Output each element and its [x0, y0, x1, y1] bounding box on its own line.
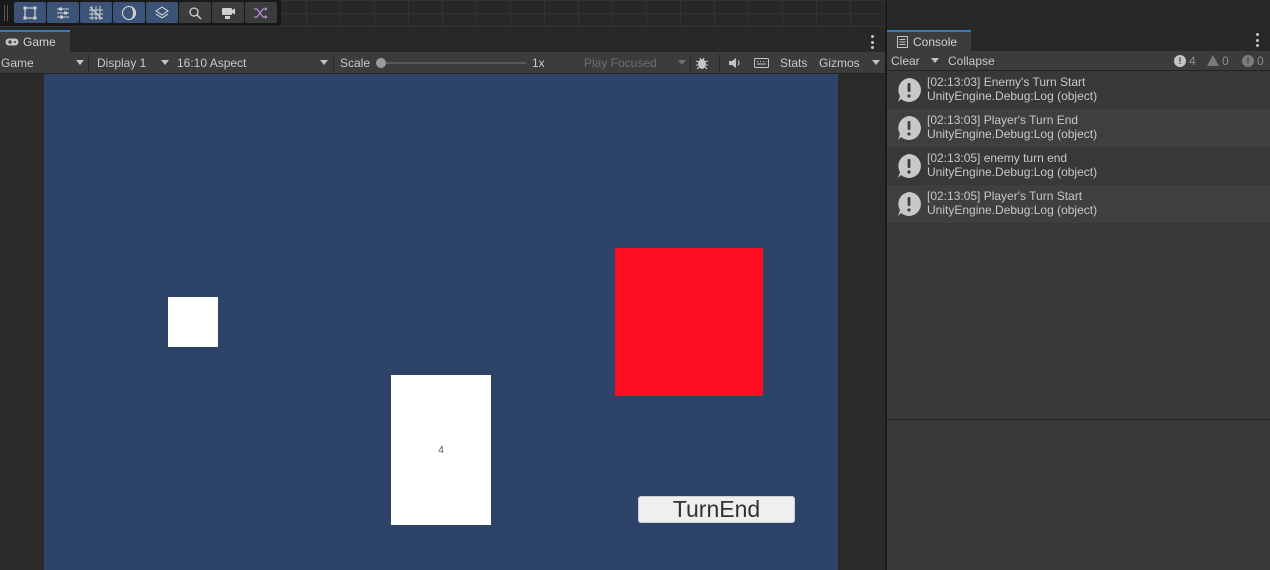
warning-icon	[1207, 55, 1219, 66]
scene-tools-overlay	[0, 0, 281, 26]
log-source: UnityEngine.Debug:Log (object)	[927, 89, 1098, 103]
chevron-down-icon	[76, 60, 84, 65]
layers-icon	[155, 5, 169, 19]
console-tabbar: Console	[887, 28, 1270, 52]
camera-tool-button[interactable]	[212, 2, 244, 23]
toolbar-separator	[719, 54, 720, 72]
tab-game[interactable]: Game	[0, 30, 70, 52]
grid-snap-tool-button[interactable]	[80, 2, 112, 23]
grid-snap-icon	[89, 5, 103, 20]
scale-slider-thumb[interactable]	[376, 58, 386, 68]
error-count-toggle[interactable]: ! 0	[1242, 51, 1264, 70]
gizmos-label: Gizmos	[819, 55, 860, 70]
chevron-down-icon	[931, 58, 939, 63]
log-count-toggle[interactable]: ! 4	[1174, 51, 1196, 70]
tab-console[interactable]: Console	[887, 30, 971, 52]
log-source: UnityEngine.Debug:Log (object)	[927, 203, 1098, 217]
enemy-square[interactable]	[615, 248, 763, 396]
speaker-icon	[729, 57, 740, 68]
game-panel-menu-icon[interactable]	[867, 35, 877, 49]
camera-icon	[222, 7, 235, 19]
toolbar-separator	[88, 54, 89, 72]
tab-console-label: Console	[913, 35, 958, 49]
game-tabbar: Game	[0, 28, 885, 52]
rect-transform-tool-button[interactable]	[14, 2, 46, 23]
console-list-icon	[897, 36, 908, 48]
log-message: [02:13:03] Player's Turn End	[927, 113, 1079, 127]
info-message-icon	[898, 154, 921, 178]
aspect-value: 16:10 Aspect	[177, 55, 247, 70]
info-icon: !	[1174, 54, 1186, 67]
shuffle-icon	[254, 6, 268, 19]
shuffle-tool-button[interactable]	[245, 2, 277, 23]
info-message-icon	[898, 116, 921, 140]
align-icon	[57, 7, 69, 18]
console-detail-pane	[887, 420, 1270, 570]
aspect-dropdown[interactable]: 16:10 Aspect	[177, 52, 331, 73]
log-source: UnityEngine.Debug:Log (object)	[927, 127, 1098, 141]
tab-game-label: Game	[23, 35, 56, 49]
stats-button[interactable]: Stats	[780, 52, 807, 73]
gamepad-icon	[5, 38, 19, 46]
log-message: [02:13:05] Player's Turn Start	[927, 189, 1083, 203]
toolbar-separator	[333, 54, 334, 72]
keyboard-shortcuts-button[interactable]	[754, 52, 769, 73]
shading-sphere-icon	[121, 5, 137, 20]
bug-icon	[695, 57, 709, 69]
frame-debugger-button[interactable]	[694, 52, 710, 73]
chevron-down-icon	[872, 60, 880, 65]
game-mode-value: Game	[1, 55, 34, 70]
game-toolbar: Game Display 1 16:10 Aspect Scale 1x Pla…	[0, 52, 885, 74]
layers-tool-button[interactable]	[146, 2, 178, 23]
align-tool-button[interactable]	[47, 2, 79, 23]
play-focus-value: Play Focused	[584, 55, 657, 70]
log-message: [02:13:03] Enemy's Turn Start	[927, 75, 1086, 89]
gizmos-dropdown[interactable]: Gizmos	[819, 52, 883, 73]
game-viewport[interactable]: 4 TurnEnd	[44, 74, 838, 570]
scene-tool-row	[14, 2, 277, 23]
warning-count: 0	[1222, 53, 1229, 68]
chevron-down-icon	[320, 60, 328, 65]
scale-slider-track[interactable]	[380, 62, 526, 64]
magnifier-icon	[189, 6, 202, 20]
error-count: 0	[1257, 53, 1264, 68]
search-tool-button[interactable]	[179, 2, 211, 23]
display-value: Display 1	[97, 55, 147, 70]
log-count: 4	[1189, 53, 1196, 68]
display-dropdown[interactable]: Display 1	[97, 52, 173, 73]
log-message: [02:13:05] enemy turn end	[927, 151, 1068, 165]
player-square[interactable]	[168, 297, 218, 347]
info-message-icon	[898, 192, 921, 216]
card-value: 4	[438, 444, 444, 456]
log-source: UnityEngine.Debug:Log (object)	[927, 165, 1098, 179]
console-panel-menu-icon[interactable]	[1252, 33, 1262, 47]
chevron-down-icon	[161, 60, 169, 65]
console-top-strip	[887, 0, 1270, 27]
turn-end-button[interactable]: TurnEnd	[638, 496, 795, 523]
collapse-toggle[interactable]: Collapse	[948, 51, 995, 70]
clear-options-dropdown[interactable]	[927, 51, 941, 70]
rect-transform-icon	[23, 6, 37, 19]
overlay-grip-handle[interactable]	[4, 5, 8, 21]
chevron-down-icon	[678, 60, 686, 65]
toolbar-separator	[690, 54, 691, 72]
keyboard-icon	[754, 57, 769, 68]
error-icon: !	[1242, 54, 1254, 67]
scale-label: Scale	[340, 55, 371, 70]
log-entry[interactable]: [02:13:05] enemy turn end UnityEngine.De…	[887, 147, 1270, 185]
clear-button[interactable]: Clear	[891, 51, 920, 70]
scale-value: 1x	[532, 55, 545, 70]
console-toolbar: Clear Collapse ! 4 0 ! 0	[887, 51, 1270, 71]
card[interactable]: 4	[391, 375, 491, 525]
game-mode-dropdown[interactable]: Game	[1, 52, 85, 73]
log-entry[interactable]: [02:13:05] Player's Turn Start UnityEngi…	[887, 185, 1270, 223]
shading-tool-button[interactable]	[113, 2, 145, 23]
warning-count-toggle[interactable]: 0	[1207, 51, 1229, 70]
info-message-icon	[898, 78, 921, 102]
mute-audio-button[interactable]	[728, 52, 742, 73]
play-focus-dropdown[interactable]: Play Focused	[584, 52, 688, 73]
console-log-list: [02:13:03] Enemy's Turn Start UnityEngin…	[887, 71, 1270, 419]
log-entry[interactable]: [02:13:03] Enemy's Turn Start UnityEngin…	[887, 71, 1270, 109]
log-entry[interactable]: [02:13:03] Player's Turn End UnityEngine…	[887, 109, 1270, 147]
